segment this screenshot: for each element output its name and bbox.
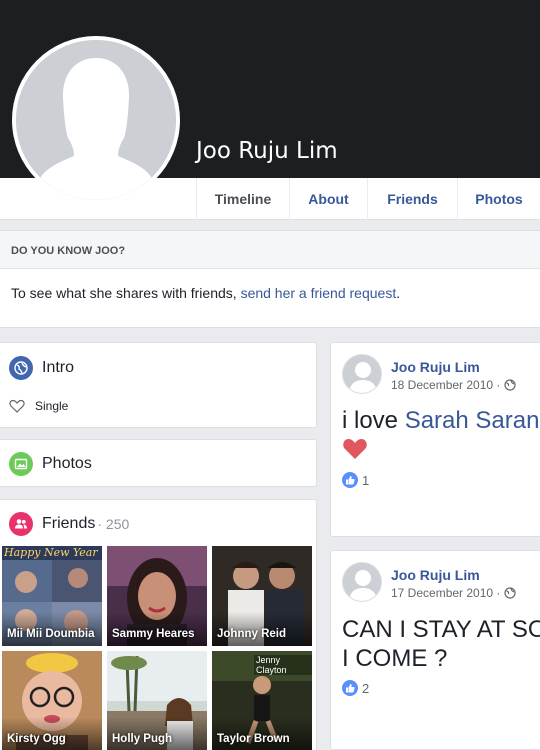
post-author-name[interactable]: Joo Ruju Lim [391,567,480,583]
do-you-know-period: . [396,285,401,301]
post-author-avatar[interactable] [342,562,382,602]
like-count: 1 [362,472,370,488]
post-text-prefix: i love [342,407,405,434]
friend-tile[interactable]: Happy New Year Mii Mii Doumbia [2,546,102,646]
public-globe-icon [504,587,517,599]
default-avatar-icon [16,40,176,200]
do-you-know-box: DO YOU KNOW JOO? To see what she shares … [0,230,540,328]
post-card: Joo Ruju Lim 18 December 2010 · i love S… [330,342,540,537]
photos-card[interactable]: Photos [0,439,317,487]
tile-overlay-text: Happy New Year [4,546,98,559]
friend-name: Holly Pugh [112,733,173,745]
friend-name: Johnny Reid [217,628,287,640]
tagged-person-link[interactable]: Sarah Sarang [405,407,540,434]
friends-icon [9,512,33,536]
post-author-name[interactable]: Joo Ruju Lim [391,359,480,375]
like-count: 2 [362,680,370,696]
like-icon [342,472,358,488]
reaction-summary[interactable]: 1 [342,472,369,488]
tab-photos[interactable]: Photos [457,178,540,220]
post-text: i love Sarah Sarang [342,407,540,435]
post-card: Joo Ruju Lim 17 December 2010 · CAN I ST… [330,550,540,750]
friends-count: · 250 [97,516,130,532]
post-date-text: 17 December 2010 · [391,586,501,600]
relationship-status: Single [35,399,69,413]
friend-name: Mii Mii Doumbia [7,628,95,640]
friend-tile[interactable]: Holly Pugh [107,651,207,750]
friend-name: Kirsty Ogg [7,733,66,745]
heart-outline-icon [9,399,25,413]
tile-overlay-text: Jenny Clayton [254,655,312,675]
profile-picture[interactable] [12,36,180,204]
friend-tile[interactable]: Kirsty Ogg [2,651,102,750]
post-date-text: 18 December 2010 · [391,378,501,392]
post-author-avatar[interactable] [342,354,382,394]
post-timestamp[interactable]: 18 December 2010 · [391,378,517,392]
heart-emoji-icon [342,437,368,466]
intro-title: Intro [42,359,75,376]
friend-request-link[interactable]: send her a friend request [241,285,397,301]
reaction-summary[interactable]: 2 [342,680,369,696]
friend-tile[interactable]: Jenny Clayton Taylor Brown [212,651,312,750]
post-text-line: CAN I STAY AT SOM [342,616,540,643]
photos-icon [9,452,33,476]
photos-title: Photos [42,455,92,472]
friend-tile[interactable]: Sammy Heares [107,546,207,646]
tab-about[interactable]: About [289,178,367,220]
relationship-row: Single [9,399,68,413]
friends-card: Friends · 250 Happy New Year Mii Mii Dou… [0,499,317,750]
friend-tile[interactable]: Johnny Reid [212,546,312,646]
post-text-line: I COME ? [342,645,448,672]
do-you-know-heading: DO YOU KNOW JOO? [0,231,540,269]
do-you-know-message: To see what she shares with friends, [11,285,241,301]
friends-title[interactable]: Friends [42,515,95,533]
post-timestamp[interactable]: 17 December 2010 · [391,586,517,600]
public-globe-icon [504,379,517,391]
friend-name: Sammy Heares [112,628,195,640]
tab-friends[interactable]: Friends [367,178,457,220]
tab-timeline[interactable]: Timeline [196,178,289,220]
globe-icon [9,356,33,380]
do-you-know-text: To see what she shares with friends, sen… [0,269,540,301]
profile-name[interactable]: Joo Ruju Lim [196,138,338,164]
post-text: CAN I STAY AT SOM I COME ? [342,615,540,673]
intro-card: Intro Single [0,342,317,428]
like-icon [342,680,358,696]
friend-name: Taylor Brown [217,733,290,745]
